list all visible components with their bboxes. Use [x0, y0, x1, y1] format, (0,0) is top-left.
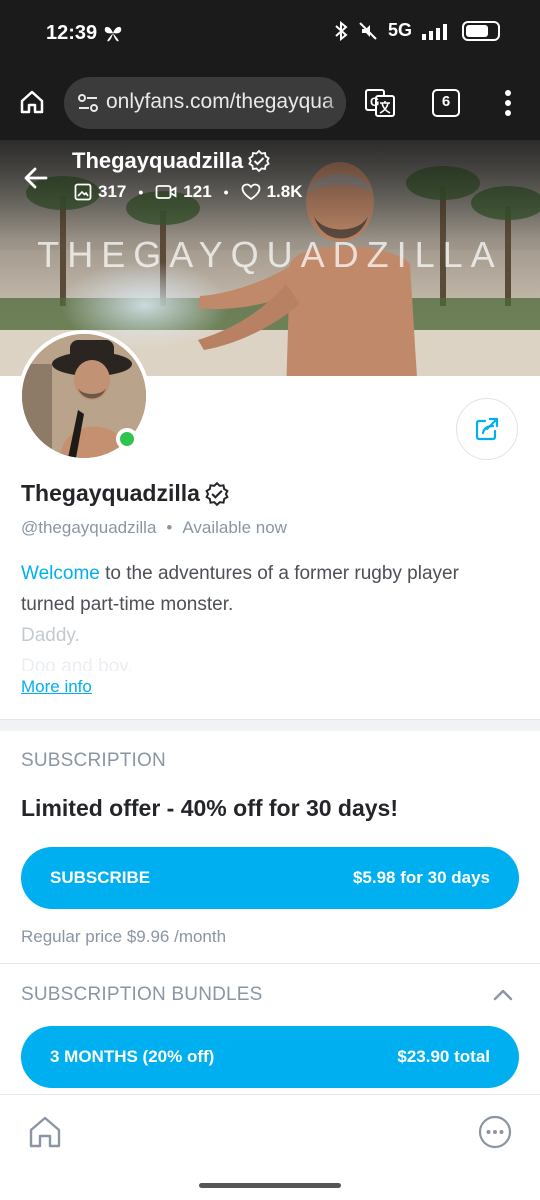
bio-line-2: turned part-time monster.	[21, 594, 234, 615]
regular-price: Regular price $9.96 /month	[21, 927, 227, 946]
bio-link[interactable]: Welcome	[21, 563, 100, 584]
online-status-dot	[116, 428, 138, 450]
profile-bio: Welcome to the adventures of a former ru…	[21, 558, 519, 671]
status-icons: 5G	[334, 20, 500, 41]
like-count-value: 1.8K	[266, 182, 303, 201]
translate-icon[interactable]: G	[364, 87, 396, 119]
profile-name-text: Thegayquadzilla	[21, 480, 200, 506]
image-icon	[74, 183, 92, 201]
verified-badge-icon	[248, 149, 270, 173]
heart-icon	[241, 183, 260, 201]
handle-separator: •	[166, 518, 173, 537]
share-icon	[475, 417, 499, 441]
signal-icon	[422, 23, 447, 40]
bottom-navigation	[0, 1094, 540, 1200]
bundles-heading[interactable]: SUBSCRIPTION BUNDLES	[21, 984, 263, 1006]
share-button[interactable]	[456, 398, 518, 460]
more-info-link[interactable]: More info	[21, 677, 92, 697]
bio-line-1: Welcome to the adventures of a former ru…	[21, 558, 519, 589]
url-fade	[324, 77, 346, 129]
bio-line-4: Dog and boy.	[21, 656, 133, 671]
gesture-handle[interactable]	[199, 1183, 341, 1188]
cover-stats: 317 • 121 • 1.8K	[74, 182, 302, 202]
availability-status: Available now	[182, 518, 287, 537]
battery-fill	[466, 24, 488, 37]
status-bar: 12:39 5G	[0, 0, 540, 66]
profile-name: Thegayquadzilla	[21, 480, 230, 507]
svg-text:G: G	[370, 95, 379, 109]
battery-icon	[462, 20, 500, 41]
profile-handle-row: @thegayquadzilla • Available now	[21, 518, 287, 538]
stat-separator: •	[223, 184, 229, 200]
offer-title: Limited offer - 40% off for 30 days!	[21, 795, 399, 821]
status-time: 12:39	[46, 22, 98, 44]
like-count: 1.8K	[241, 182, 303, 202]
photo-count: 317	[74, 182, 126, 202]
home-icon[interactable]	[26, 1113, 64, 1151]
more-options-icon[interactable]	[478, 1115, 512, 1149]
browser-toolbar: onlyfans.com/thegayqua G 6	[0, 66, 540, 140]
cover-watermark: THEGAYQUADZILLA	[37, 234, 503, 275]
address-bar[interactable]: onlyfans.com/thegayqua	[64, 77, 346, 129]
network-type: 5G	[387, 20, 412, 40]
video-count-value: 121	[183, 182, 212, 201]
section-divider	[0, 719, 540, 731]
video-icon	[155, 185, 177, 199]
bundle-price: $23.90 total	[397, 1047, 490, 1066]
stat-separator: •	[138, 184, 144, 200]
cover-title-text: Thegayquadzilla	[72, 148, 244, 173]
mute-icon	[359, 21, 377, 40]
photo-count-value: 317	[98, 182, 127, 201]
bio-line-3: Daddy.	[21, 625, 80, 646]
bundle-button-3-months[interactable]: 3 MONTHS (20% off) $23.90 total	[21, 1026, 519, 1088]
chevron-up-icon[interactable]	[491, 984, 515, 1006]
bundle-label: 3 MONTHS (20% off)	[50, 1047, 215, 1066]
video-count: 121	[155, 182, 212, 202]
bluetooth-icon	[335, 20, 348, 41]
bio-line-1-text: to the adventures of a former rugby play…	[99, 563, 459, 584]
back-arrow-icon[interactable]	[22, 164, 50, 192]
browser-menu-icon[interactable]	[500, 88, 516, 118]
section-divider	[0, 963, 540, 964]
tab-switcher-button[interactable]: 6	[432, 89, 460, 117]
subscribe-button[interactable]: SUBSCRIBE $5.98 for 30 days	[21, 847, 519, 909]
subscribe-button-price: $5.98 for 30 days	[352, 868, 490, 887]
subscription-heading: SUBSCRIPTION	[21, 750, 166, 771]
verified-badge-icon	[205, 481, 229, 506]
profile-handle: @thegayquadzilla	[21, 518, 157, 537]
subscribe-button-label: SUBSCRIBE	[50, 868, 151, 887]
browser-home-icon[interactable]	[18, 88, 46, 116]
butterfly-icon	[104, 26, 122, 42]
cover-title: Thegayquadzilla	[72, 148, 271, 174]
site-settings-icon[interactable]	[76, 91, 100, 115]
url-text: onlyfans.com/thegayqua	[106, 90, 334, 113]
